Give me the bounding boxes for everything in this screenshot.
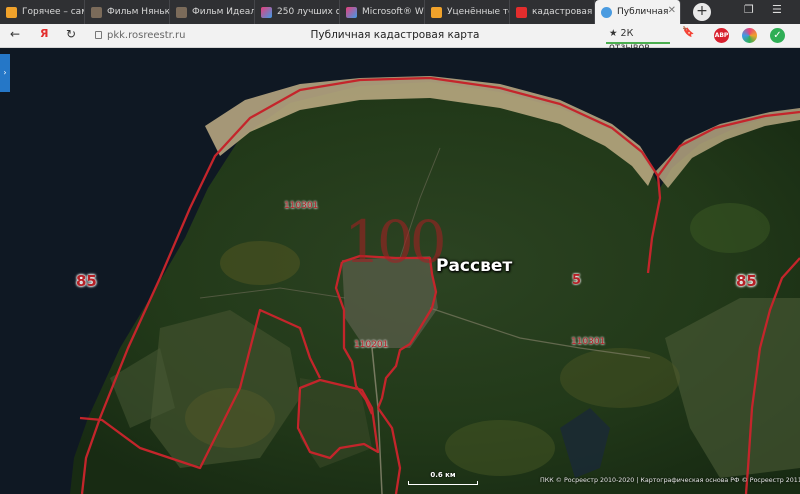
cadastral-map[interactable]: › 100 85 85 5 110301 110201 110301 Рассв… [0,48,800,494]
tab-favicon [601,6,612,18]
bookmark-icon[interactable]: 🔖 [682,27,694,38]
scale-text: 0.6 км [430,471,456,479]
tab-title: Фильм Няньк [107,7,169,17]
map-copyright: ПКК © Росреестр 2010-2020 | Картографиче… [540,477,800,484]
region-number-label[interactable]: 85 [76,272,97,290]
tab-title: Фильм Идеаль [192,7,254,17]
tab-title: кадастровая к [532,7,594,17]
tab-title: Microsoft® Wi [362,7,424,17]
yandex-logo-icon[interactable]: Я [40,27,48,40]
tab-gorjachee[interactable]: Горячее – сам [0,0,85,24]
browser-tab-bar: Горячее – сам Фильм Няньк Фильм Идеаль 2… [0,0,800,24]
tab-kadastrovaya[interactable]: кадастровая к [510,0,595,24]
back-arrow-icon[interactable]: ← [10,27,20,41]
foliage-patch [220,241,300,285]
foliage-patch [185,388,275,448]
adblock-plus-icon[interactable]: ABP [714,28,729,43]
close-tab-icon[interactable]: ✕ [668,5,676,16]
tab-favicon [176,6,187,18]
side-panel-toggle[interactable]: › [0,54,10,92]
tab-title: Публичная [617,7,669,17]
tab-title: Уценённые то [447,7,509,17]
tab-250-luchshih[interactable]: 250 лучших ф [255,0,340,24]
cadastral-quarter-label[interactable]: 110301 [284,201,318,211]
tab-favicon [431,6,442,18]
address-bar: ← Я ↻ pkk.rosreestr.ru Публичная кадастр… [0,24,800,53]
lock-icon [95,31,102,39]
tab-favicon [6,6,17,18]
settlement-name-label: Рассвет [436,256,513,276]
new-tab-button[interactable]: + [693,3,711,21]
menu-icon[interactable]: ☰ [772,3,782,16]
tab-title: 250 лучших ф [277,7,339,17]
tab-favicon [91,6,102,18]
foliage-patch [560,348,680,408]
tab-favicon [261,6,272,18]
page-title: Публичная кадастровая карта [310,29,480,41]
cadastral-quarter-label[interactable]: 110201 [354,340,388,350]
scale-bar: 0.6 км [408,471,478,486]
region-number-label[interactable]: 85 [736,272,757,290]
reviews-badge[interactable]: ★ 2К отзывов [606,27,670,53]
reload-icon[interactable]: ↻ [66,27,76,41]
restore-window-icon[interactable]: ❐ [744,3,754,16]
tab-title: Горячее – сам [22,7,84,17]
foliage-patch [690,203,770,253]
check-extension-icon[interactable]: ✓ [770,28,785,43]
tab-favicon [346,6,357,18]
foliage-patch [445,420,555,476]
url-text: pkk.rosreestr.ru [107,30,186,41]
colorful-extension-icon[interactable] [742,28,757,43]
tab-ucenennye[interactable]: Уценённые то [425,0,510,24]
district-number-large: 100 [344,208,447,276]
tab-microsoft[interactable]: Microsoft® Wi [340,0,425,24]
tab-film-nyanka[interactable]: Фильм Няньк [85,0,170,24]
scale-line [408,481,478,485]
tab-film-idealnaya[interactable]: Фильм Идеаль [170,0,255,24]
cadastral-quarter-label[interactable]: 110301 [571,337,605,347]
district-number-label[interactable]: 5 [572,273,581,288]
tab-publichnaya-active[interactable]: Публичная ✕ [595,0,681,24]
url-field[interactable]: pkk.rosreestr.ru [91,27,186,44]
tab-favicon [516,6,527,18]
